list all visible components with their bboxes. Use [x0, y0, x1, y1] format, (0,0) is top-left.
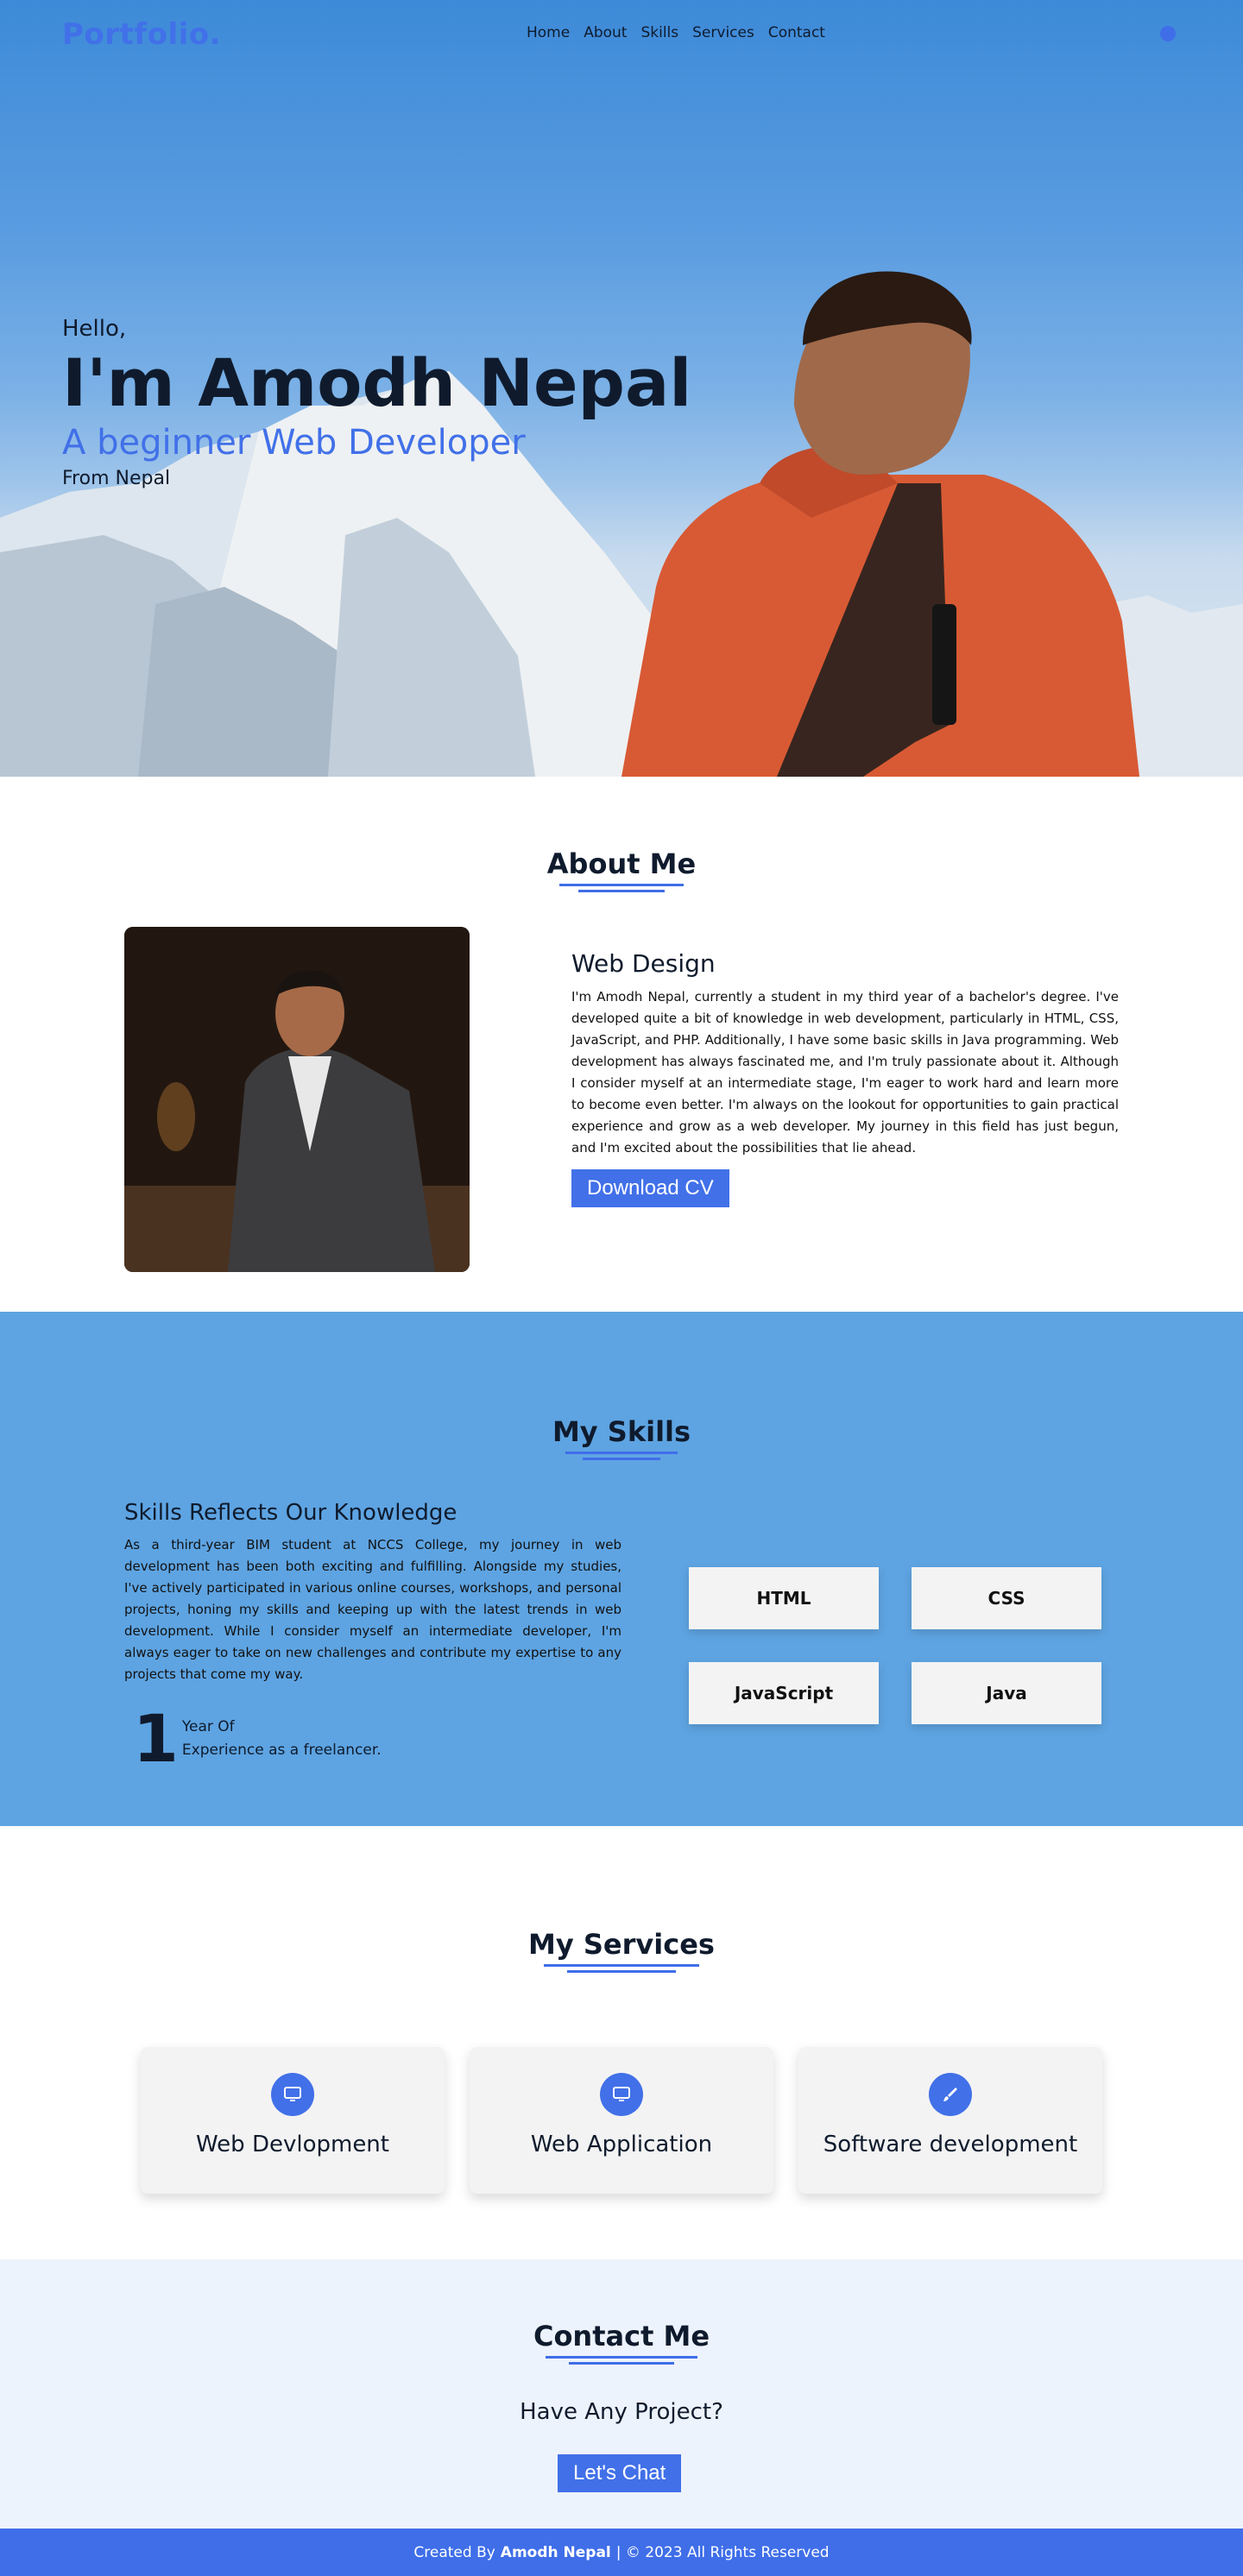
nav-link-services[interactable]: Services — [692, 24, 754, 41]
logo[interactable]: Portfolio. — [62, 17, 221, 52]
hero-location: From Nepal — [62, 467, 171, 489]
experience-text: Year Of Experience as a freelancer. — [182, 1716, 382, 1762]
services-section: My Services Web Devlopment Web Applicati… — [0, 1826, 1243, 2259]
title-underline — [544, 1964, 699, 1967]
skill-card-java: Java — [912, 1662, 1101, 1724]
experience-block: 1 Year Of Experience as a freelancer. — [124, 1706, 622, 1772]
nav-link-about[interactable]: About — [584, 24, 627, 41]
about-paragraph: I'm Amodh Nepal, currently a student in … — [571, 989, 1119, 1156]
service-card-software-development[interactable]: Software development — [798, 2047, 1102, 2194]
hero-name: I'm Amodh Nepal — [62, 344, 692, 421]
experience-line-2: Experience as a freelancer. — [181, 1741, 382, 1759]
skill-card-html: HTML — [689, 1567, 879, 1629]
skills-paragraph: As a third-year BIM student at NCCS Coll… — [124, 1537, 622, 1682]
skills-heading: Skills Reflects Our Knowledge — [124, 1500, 457, 1526]
experience-number: 1 — [133, 1700, 179, 1777]
nav-menu: Home About Skills Services Contact — [527, 24, 825, 41]
about-title: About Me — [546, 847, 697, 880]
contact-section: Contact Me Have Any Project? Let's Chat — [0, 2259, 1243, 2529]
footer-author: Amodh Nepal — [500, 2543, 611, 2561]
title-underline-short — [567, 1970, 676, 1973]
skills-section: My Skills Skills Reflects Our Knowledge … — [0, 1312, 1243, 1826]
nav-link-contact[interactable]: Contact — [768, 24, 825, 41]
about-content: Web Design I'm Amodh Nepal, currently a … — [571, 949, 1119, 1207]
service-card-web-application[interactable]: Web Application — [470, 2047, 773, 2194]
title-underline-short — [569, 2362, 674, 2365]
title-underline — [546, 2356, 697, 2359]
paintbrush-icon — [929, 2073, 972, 2116]
nav-link-home[interactable]: Home — [527, 24, 570, 41]
about-heading: Web Design — [571, 949, 716, 978]
skill-card-javascript: JavaScript — [689, 1662, 879, 1724]
service-label: Web Devlopment — [196, 2132, 389, 2157]
contact-question: Have Any Project? — [520, 2399, 723, 2425]
download-cv-button[interactable]: Download CV — [571, 1169, 729, 1207]
navbar: Portfolio. Home About Skills Services Co… — [0, 0, 1243, 69]
footer: Created By Amodh Nepal | © 2023 All Righ… — [0, 2529, 1243, 2576]
title-underline — [565, 1452, 678, 1454]
hero-role: A beginner Web Developer — [62, 422, 526, 463]
about-photo — [124, 927, 470, 1272]
contact-title-wrap: Contact Me — [0, 2320, 1243, 2365]
skills-description: Skills Reflects Our Knowledge As a third… — [124, 1500, 622, 1772]
hero-section: Portfolio. Home About Skills Services Co… — [0, 0, 1243, 777]
experience-line-1: Year Of — [181, 1718, 235, 1735]
title-underline — [559, 884, 684, 886]
about-title-wrap: About Me — [0, 847, 1243, 892]
lets-chat-button[interactable]: Let's Chat — [558, 2454, 682, 2492]
title-underline-short — [578, 890, 665, 892]
monitor-icon — [271, 2073, 314, 2116]
hero-greeting: Hello, — [62, 316, 127, 342]
services-title: My Services — [528, 1928, 715, 1961]
services-title-wrap: My Services — [0, 1928, 1243, 1973]
footer-prefix: Created By — [413, 2543, 495, 2561]
skills-title-wrap: My Skills — [0, 1415, 1243, 1460]
service-label: Web Application — [530, 2132, 713, 2157]
title-underline-short — [583, 1458, 660, 1460]
service-card-web-development[interactable]: Web Devlopment — [141, 2047, 445, 2194]
footer-copyright: | © 2023 All Rights Reserved — [615, 2543, 830, 2561]
profile-photo-image — [124, 927, 470, 1272]
contact-title: Contact Me — [533, 2320, 710, 2352]
skill-card-css: CSS — [912, 1567, 1101, 1629]
monitor-icon — [600, 2073, 643, 2116]
nav-link-skills[interactable]: Skills — [640, 24, 678, 41]
skills-title: My Skills — [552, 1415, 691, 1448]
service-label: Software development — [823, 2132, 1078, 2157]
theme-toggle-icon[interactable] — [1160, 26, 1176, 41]
hero-text: Hello, I'm Amodh Nepal A beginner Web De… — [62, 316, 691, 489]
